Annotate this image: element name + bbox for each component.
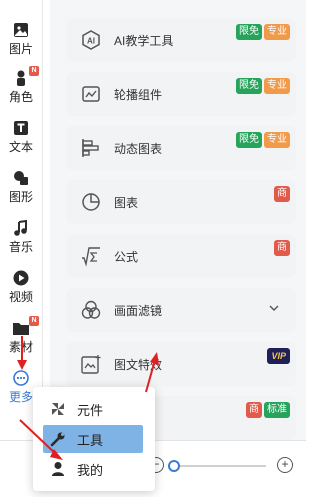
new-badge: N: [29, 316, 39, 326]
ai-icon: AI: [82, 30, 100, 50]
zoom-in-button[interactable]: +: [277, 457, 293, 473]
more-popup-menu: 元件 工具 我的: [33, 387, 155, 491]
card-label: 画面滤镜: [114, 303, 163, 318]
menu-item-label: 工具: [77, 432, 104, 448]
person-icon: N: [11, 66, 39, 88]
chevron-down-icon[interactable]: [268, 302, 280, 314]
user-icon: [52, 462, 64, 476]
image-icon: [14, 23, 28, 37]
text-icon: [14, 121, 28, 135]
sidebar-item-character[interactable]: N 角色: [0, 62, 42, 110]
commercial-badge: 商: [246, 402, 262, 418]
dynamic-chart-icon: [82, 139, 99, 157]
card-chart[interactable]: 图表 商: [66, 180, 296, 224]
pie-chart-icon: [82, 193, 100, 211]
card-label: 图表: [114, 195, 139, 210]
image-effect-icon: [81, 355, 101, 374]
formula-icon: [82, 247, 100, 267]
sidebar-item-label: 角色: [8, 90, 33, 104]
sidebar-item-label: 视频: [8, 290, 33, 304]
menu-item-component[interactable]: 元件: [43, 395, 143, 423]
pro-badge: 专业: [264, 78, 290, 94]
menu-item-label: 元件: [77, 402, 104, 418]
sidebar-item-label: 图片: [8, 42, 33, 56]
standard-badge: 标准: [264, 402, 290, 418]
badge-group: 商: [274, 186, 290, 202]
sidebar-item-label: 文本: [8, 140, 33, 154]
music-icon: [14, 219, 27, 236]
sidebar-item-text[interactable]: 文本: [0, 112, 42, 160]
badge-group: 限免 专业: [236, 24, 290, 40]
badge-group: 限免 专业: [236, 78, 290, 94]
badge-group: 限免 专业: [236, 132, 290, 148]
commercial-badge: 商: [274, 240, 290, 256]
badge-group: VIP: [267, 348, 290, 364]
sidebar-item-music[interactable]: 音乐: [0, 212, 42, 260]
badge-group: 商: [274, 240, 290, 256]
sidebar-item-material[interactable]: N 素材: [0, 312, 42, 360]
sidebar-item-label: 更多: [8, 390, 33, 404]
sidebar-item-label: 图形: [8, 190, 33, 204]
free-badge: 限免: [236, 132, 262, 148]
sidebar-item-image[interactable]: 图片: [0, 14, 42, 62]
pinwheel-icon: [52, 403, 64, 415]
free-badge: 限免: [236, 78, 262, 94]
new-badge: N: [29, 66, 39, 76]
more-icon: [13, 370, 29, 386]
play-icon: [13, 270, 29, 286]
card-label: 动态图表: [114, 141, 163, 156]
zoom-slider-track[interactable]: [178, 465, 266, 467]
free-badge: 限免: [236, 24, 262, 40]
badge-group: 商 标准: [246, 402, 290, 418]
menu-item-label: 我的: [77, 462, 104, 478]
sidebar-item-label: 音乐: [8, 240, 33, 254]
card-formula[interactable]: 公式 商: [66, 234, 296, 278]
commercial-badge: 商: [274, 186, 290, 202]
pro-badge: 专业: [264, 24, 290, 40]
filter-icon: [81, 300, 101, 319]
menu-item-tools[interactable]: 工具: [43, 425, 143, 453]
sidebar-item-video[interactable]: 视频: [0, 262, 42, 310]
card-label: 公式: [114, 249, 139, 264]
card-image-filter[interactable]: 画面滤镜: [66, 288, 296, 332]
svg-text:AI: AI: [87, 37, 95, 46]
card-label: 轮播组件: [114, 87, 163, 102]
card-ai-teaching-tool[interactable]: AI AI教学工具 限免 专业: [66, 18, 296, 62]
vip-badge: VIP: [267, 348, 290, 364]
card-carousel-component[interactable]: 轮播组件 限免 专业: [66, 72, 296, 116]
zoom-slider-handle[interactable]: [168, 460, 180, 472]
shape-icon: [14, 171, 28, 185]
card-label: 图文特效: [114, 357, 163, 372]
wrench-icon: [50, 432, 65, 447]
card-label: AI教学工具: [114, 33, 174, 48]
sidebar-item-label: 素材: [8, 340, 33, 354]
menu-item-mine[interactable]: 我的: [43, 455, 143, 483]
sidebar-item-shape[interactable]: 图形: [0, 162, 42, 210]
card-image-text-effect[interactable]: 图文特效 VIP: [66, 342, 296, 386]
carousel-icon: [82, 86, 100, 102]
pro-badge: 专业: [264, 132, 290, 148]
folder-icon: N: [11, 316, 39, 338]
card-dynamic-chart[interactable]: 动态图表 限免 专业: [66, 126, 296, 170]
